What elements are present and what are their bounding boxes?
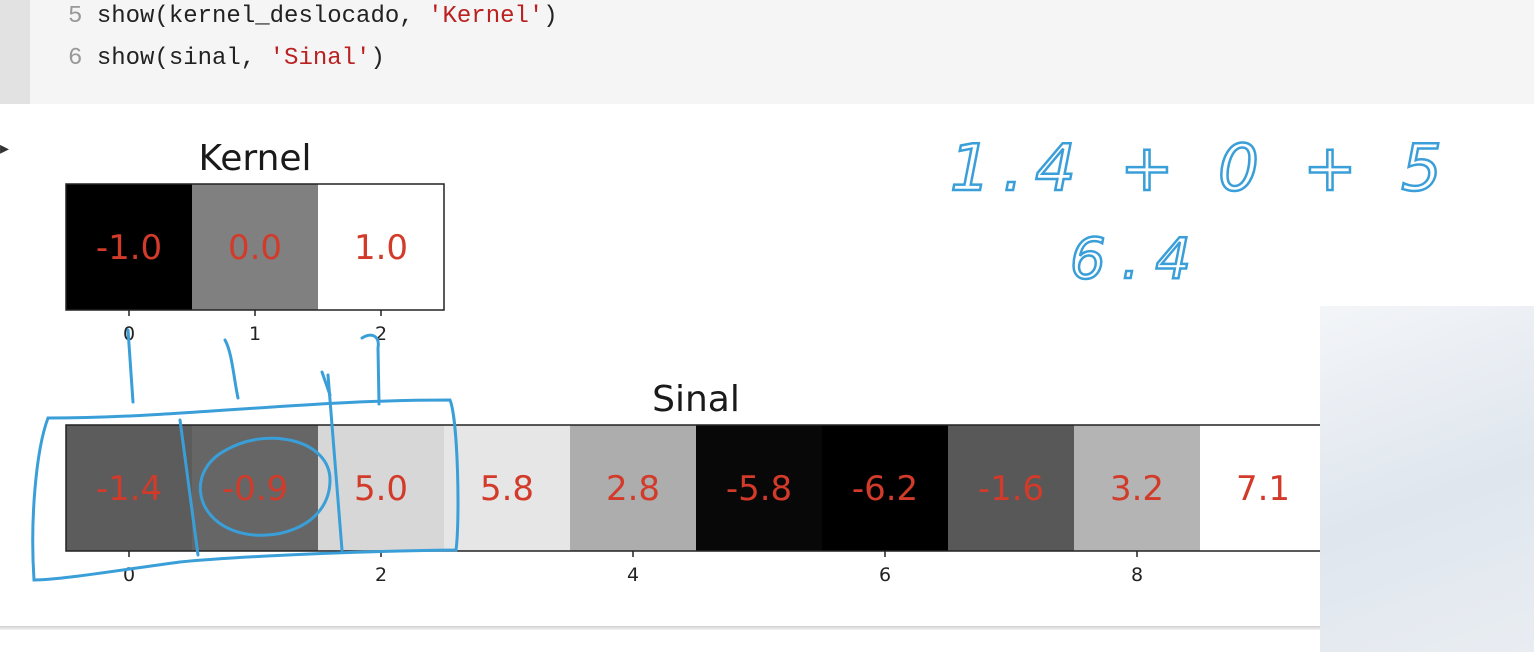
x-tick-label: 6 (879, 564, 891, 586)
handwritten-sum: 1.4 + 0 + 5 (950, 132, 1454, 206)
handwritten-result: 6.4 (1070, 227, 1207, 292)
x-tick-label: 8 (1131, 564, 1143, 586)
chart-title: Kernel (198, 138, 311, 179)
sinal-heatmap: Sinal -1.4 -0.9 5.0 5.8 2.8 -5.8 -6.2 -1.6 3.2 7.1… (65, 379, 1327, 586)
pen-stroke (223, 338, 240, 400)
cell-value-label: -1.4 (96, 469, 162, 509)
webcam-overlay (1320, 306, 1534, 652)
cell-value-label: -5.8 (726, 469, 792, 509)
kernel-heatmap: Kernel-1.0 0.0 1.00 1 2 (65, 138, 445, 345)
x-tick-label: 2 (375, 564, 387, 586)
cell-value-label: 3.2 (1110, 469, 1164, 509)
cell-value-label: 5.0 (354, 469, 408, 509)
cell-value-label: 2.8 (606, 469, 660, 509)
cell-value-label: -1.6 (978, 469, 1044, 509)
output-figures: Kernel-1.0 0.0 1.00 1 2 Sinal-1.4 -0.9 5.0 5.8 2… (31, 131, 1454, 586)
cell-value-label: -1.0 (96, 228, 162, 268)
x-tick-label: 1 (249, 323, 261, 345)
x-tick-label: 4 (627, 564, 639, 586)
pen-stroke (360, 333, 381, 406)
cell-value-label: 1.0 (354, 228, 408, 268)
chart-title: Sinal (652, 379, 740, 420)
cell-value-label: -0.9 (222, 469, 288, 509)
cell-value-label: 7.1 (1236, 469, 1290, 509)
cell-value-label: 5.8 (480, 469, 534, 509)
cell-value-label: -6.2 (852, 469, 918, 509)
cell-value-label: 0.0 (228, 228, 282, 268)
